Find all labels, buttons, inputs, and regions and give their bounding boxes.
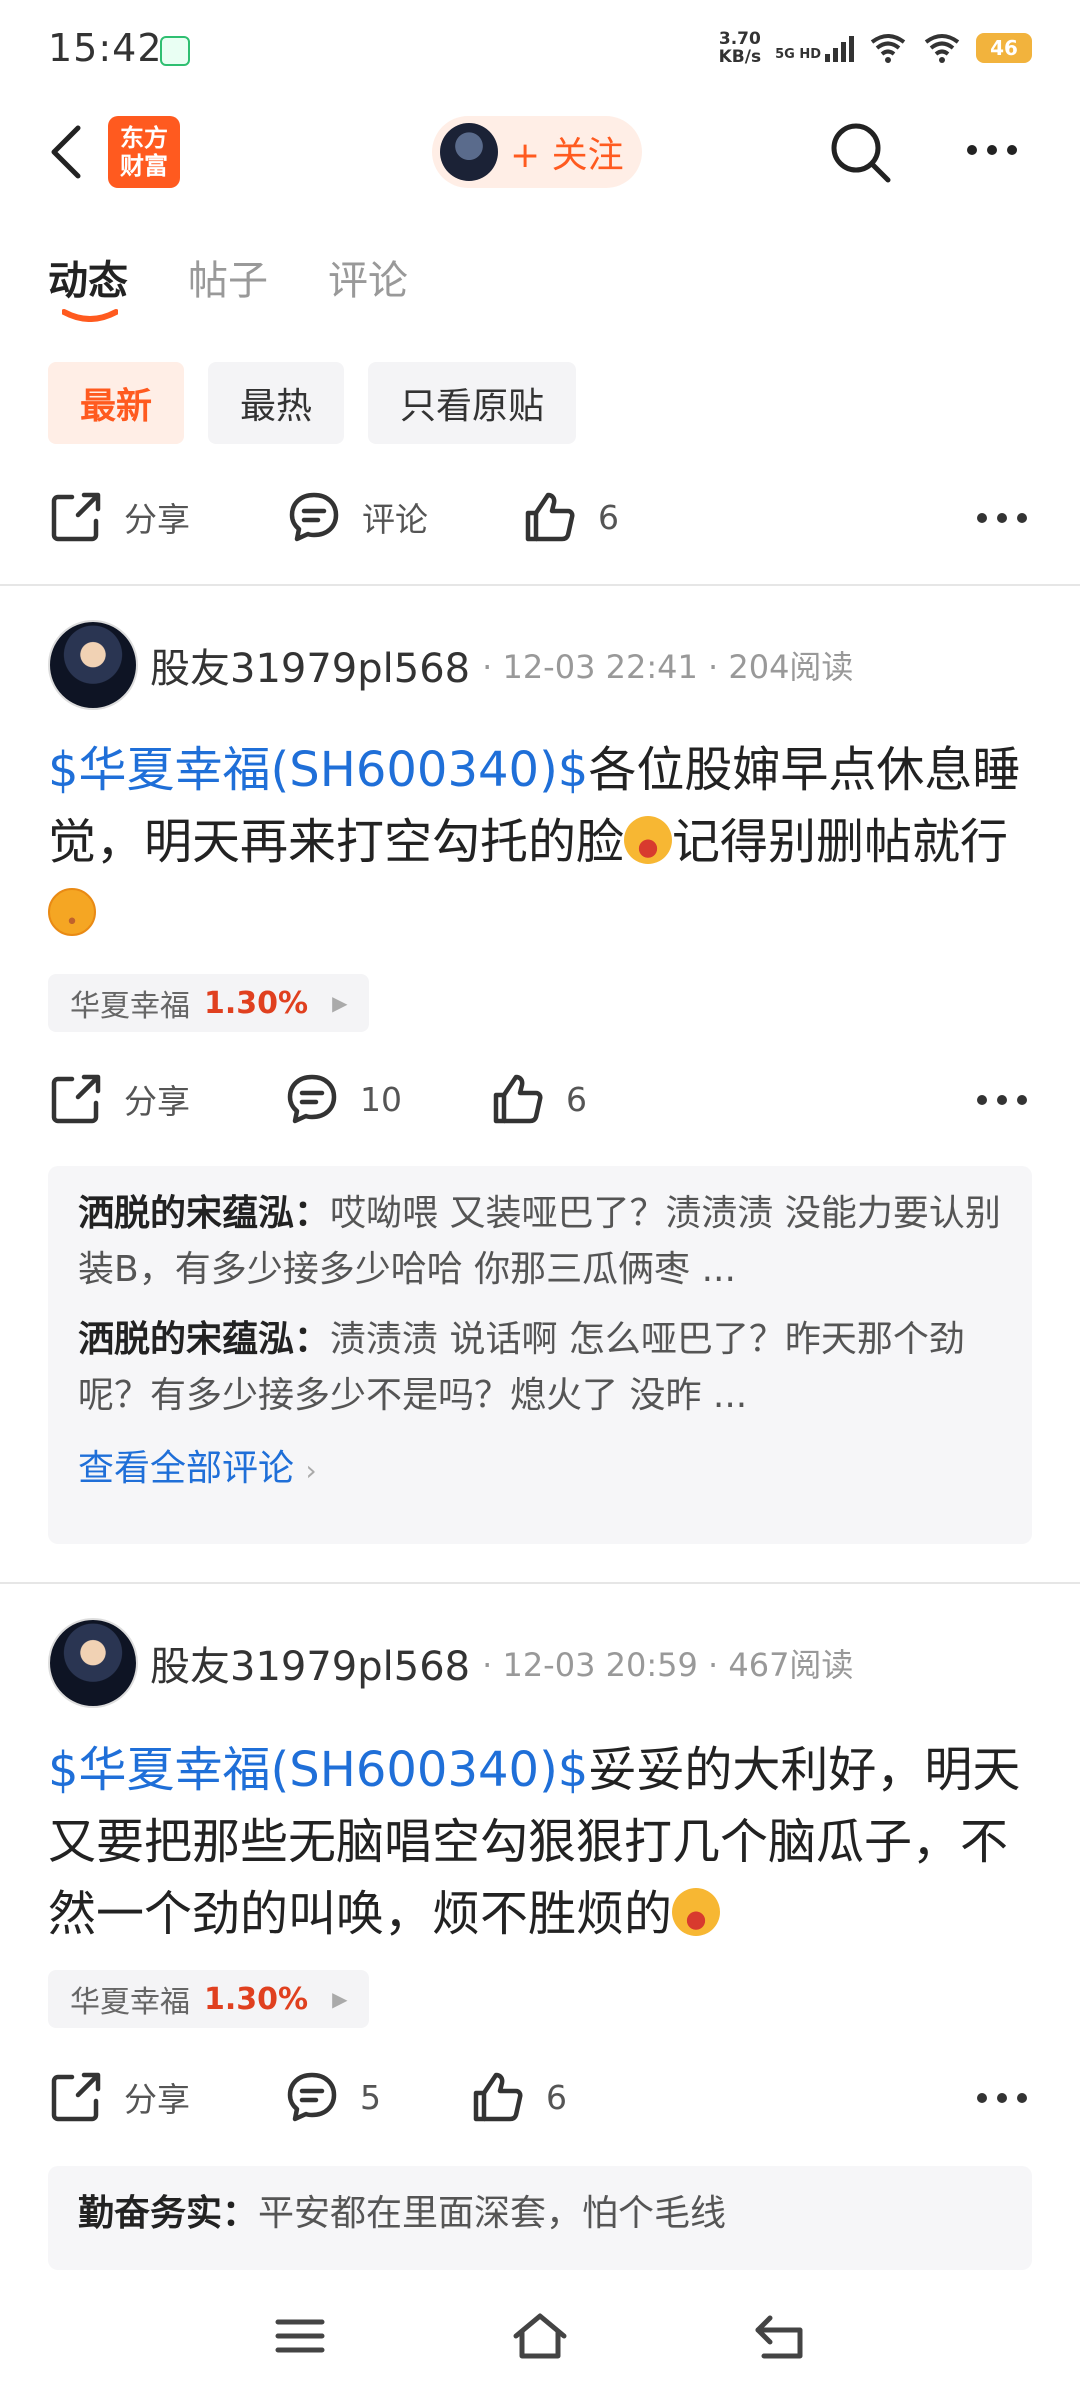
filter-chips: 最新 最热 只看原贴 [48,362,577,444]
network-speed: 3.70 KB/s [718,29,762,67]
more-icon[interactable] [972,1080,1032,1120]
back-arrow-icon[interactable] [44,122,92,182]
divider [0,1582,1080,1584]
author-name[interactable]: 股友31979pl568 [150,1634,470,1692]
comment-item[interactable]: 洒脱的宋蕴泓：渍渍渍 说话啊 怎么哑巴了？昨天那个劲呢？有多少接多少不是吗？熄火… [78,1312,1002,1424]
post-text: 记得别删帖就行 [672,814,1009,870]
top-nav: 东方 财富 + 关注 [0,100,1080,206]
thumbs-up-icon [525,492,575,542]
comment-text: 平安都在里面深套，怕个毛线 [258,2193,727,2234]
comment-icon [287,2072,337,2122]
play-arrow-icon: ▶ [332,1987,348,2011]
post-action-row: 分享 5 6 [48,2062,1032,2132]
more-icon[interactable] [972,498,1032,538]
battery-icon: 46 [976,33,1032,63]
back-icon[interactable] [750,2306,810,2366]
tab-dynamics[interactable]: 动态 [48,248,128,322]
follow-label: + 关注 [510,135,624,176]
tab-active-indicator [62,309,118,322]
filter-original-only[interactable]: 只看原贴 [368,362,577,444]
tab-posts[interactable]: 帖子 [188,248,268,306]
share-icon [51,492,101,542]
post-header: 股友31979pl568 · 12-03 22:41 · 204阅读 [48,620,853,710]
wifi-plus-icon [870,34,906,63]
home-icon[interactable] [510,2306,570,2366]
post-header: 股友31979pl568 · 12-03 20:59 · 467阅读 [48,1618,853,1708]
status-bar: 15:42 3.70 KB/s 5G HD 46 [0,0,1080,100]
comment-icon [289,492,339,542]
author-name[interactable]: 股友31979pl568 [150,636,470,694]
follow-button[interactable]: + 关注 [432,116,642,188]
content-tabs: 动态 帖子 评论 [48,248,408,322]
commenter-name: 勤奋务实： [78,2193,259,2234]
share-icon [51,1074,101,1124]
app-logo[interactable]: 东方 财富 [108,116,180,188]
author-avatar[interactable] [48,1618,138,1708]
laughing-emoji-icon [672,1888,721,1936]
chevron-right-icon: › [305,1454,317,1487]
filter-hottest[interactable]: 最热 [208,362,345,444]
stock-name: 华夏幸福 [70,989,190,1024]
app-notification-icon [160,36,190,66]
thumbs-up-icon [473,2072,523,2122]
commenter-name: 洒脱的宋蕴泓： [78,1319,331,1360]
stock-tag[interactable]: 华夏幸福 1.30% ▶ [48,974,370,1032]
wifi-icon [924,34,960,63]
commenter-name: 洒脱的宋蕴泓： [78,1193,331,1234]
post-meta: · 12-03 22:41 · 204阅读 [482,648,854,686]
share-icon [51,2072,101,2122]
like-button[interactable]: 6 [470,2069,567,2125]
post-action-row: 分享 10 6 [48,1064,1032,1134]
filter-latest[interactable]: 最新 [48,362,185,444]
play-arrow-icon: ▶ [332,991,348,1015]
comment-preview: 勤奋务实：平安都在里面深套，怕个毛线 [48,2166,1032,2270]
user-avatar [440,123,498,181]
share-button[interactable]: 分享 [48,2069,284,2125]
stock-link[interactable]: $华夏幸福(SH600340)$ [48,1742,588,1798]
stock-tag[interactable]: 华夏幸福 1.30% ▶ [48,1970,370,2028]
stock-change: 1.30% [204,985,309,1021]
search-icon[interactable] [826,118,896,188]
comment-item[interactable]: 洒脱的宋蕴泓：哎呦喂 又装哑巴了？渍渍渍 没能力要认别装B，有多少接多少哈哈 你… [78,1186,1002,1298]
stock-name: 华夏幸福 [70,1985,190,2020]
author-avatar[interactable] [48,620,138,710]
stock-link[interactable]: $华夏幸福(SH600340)$ [48,742,588,798]
view-all-comments-link[interactable]: 查看全部评论 › [78,1424,1002,1516]
more-icon[interactable] [972,2078,1032,2118]
more-icon[interactable] [962,130,1022,170]
comment-button[interactable]: 10 [284,1071,490,1127]
menu-icon[interactable] [270,2306,330,2366]
share-button[interactable]: 分享 [48,1071,284,1127]
tab-comments[interactable]: 评论 [328,248,408,306]
comment-preview: 洒脱的宋蕴泓：哎呦喂 又装哑巴了？渍渍渍 没能力要认别装B，有多少接多少哈哈 你… [48,1166,1032,1544]
share-button[interactable]: 分享 [48,489,286,545]
comment-button[interactable]: 评论 [286,489,522,545]
comment-icon [287,1074,337,1124]
stock-change: 1.30% [204,1981,309,2017]
system-nav-bar [0,2270,1080,2400]
post-meta: · 12-03 20:59 · 467阅读 [482,1646,854,1684]
like-button[interactable]: 6 [522,489,619,545]
comment-item[interactable]: 勤奋务实：平安都在里面深套，怕个毛线 [78,2186,1002,2242]
cell-signal-icon: 5G HD [775,34,854,62]
profile-action-row: 分享 评论 6 [48,482,1032,552]
laughing-emoji-icon [624,816,673,864]
comment-button[interactable]: 5 [284,2069,470,2125]
like-button[interactable]: 6 [490,1071,587,1127]
post-body[interactable]: $华夏幸福(SH600340)$妥妥的大利好，明天又要把那些无脑唱空勾狠狠打几个… [48,1734,1038,1950]
status-time: 15:42 [48,26,163,70]
post-body[interactable]: $华夏幸福(SH600340)$各位股婶早点休息睡觉，明天再来打空勾托的脸 记得别… [48,734,1038,950]
status-icons: 3.70 KB/s 5G HD 46 [719,30,1032,66]
thumbs-up-icon [493,1074,543,1124]
divider [0,584,1080,586]
smile-emoji-icon [48,888,96,936]
